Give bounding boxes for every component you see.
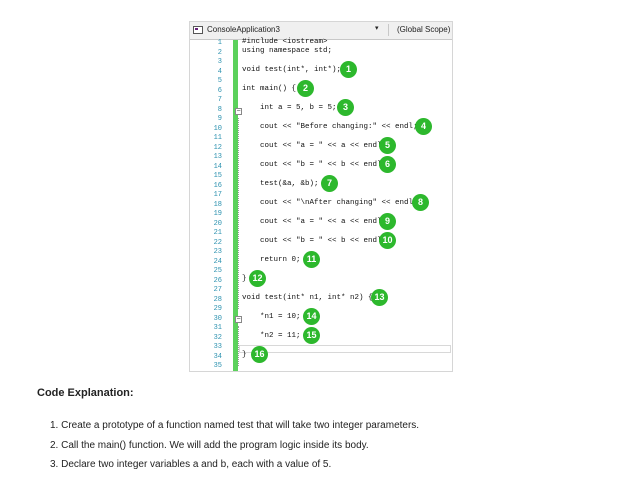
line-number: 3	[217, 58, 222, 66]
collapse-main-toggle-icon[interactable]: −	[235, 108, 242, 115]
code-line-8: int a = 5, b = 5;	[260, 104, 337, 112]
chevron-down-icon[interactable]: ▾	[375, 24, 385, 36]
line-number: 7	[217, 96, 222, 104]
line-number: 24	[213, 257, 222, 266]
code-editor-screenshot: ConsoleApplication3 ▾ (Global Scope) 123…	[189, 21, 453, 372]
step-badge-14: 14	[303, 308, 320, 325]
line-number: 20	[213, 219, 222, 228]
step-badge-10: 10	[379, 232, 396, 249]
line-number: 1	[217, 39, 222, 47]
step-badge-1: 1	[340, 61, 357, 78]
code-line-26: }	[242, 275, 247, 283]
code-line-28: void test(int* n1, int* n2) {	[242, 294, 373, 302]
code-line-30: *n1 = 10;	[260, 313, 301, 321]
line-number: 8	[217, 105, 222, 114]
line-number: 21	[213, 229, 222, 237]
code-line-10: cout << "Before changing:" << endl;	[260, 123, 418, 131]
line-number: 15	[213, 172, 222, 180]
code-line-14: cout << "b = " << b << endl;	[260, 161, 387, 169]
collapse-test-toggle-icon[interactable]: −	[235, 316, 242, 323]
step-badge-9: 9	[379, 213, 396, 230]
line-number: 23	[213, 248, 222, 256]
code-line-12: cout << "a = " << a << endl;	[260, 142, 387, 150]
code-line-18: cout << "\nAfter changing" << endl;	[260, 199, 418, 207]
project-icon	[193, 25, 203, 35]
code-line-2: using namespace std;	[242, 47, 333, 55]
fold-guide	[238, 118, 240, 309]
explanation-step-3: 3. Declare two integer variables a and b…	[50, 459, 332, 470]
line-number: 31	[213, 324, 222, 332]
line-number: 12	[213, 143, 222, 152]
line-number: 32	[213, 333, 222, 342]
line-number: 19	[213, 210, 222, 218]
line-number: 5	[217, 77, 222, 85]
line-number: 2	[217, 48, 222, 57]
code-line-20: cout << "a = " << a << endl;	[260, 218, 387, 226]
step-badge-6: 6	[379, 156, 396, 173]
current-line-highlight	[239, 345, 451, 353]
code-line-24: return 0;	[260, 256, 301, 264]
line-number: 34	[213, 352, 222, 361]
step-badge-4: 4	[415, 118, 432, 135]
line-number: 35	[213, 362, 222, 370]
step-badge-7: 7	[321, 175, 338, 192]
line-number: 6	[217, 86, 222, 95]
code-line-6: int main() {	[242, 85, 297, 93]
code-line-22: cout << "b = " << b << endl;	[260, 237, 387, 245]
step-badge-8: 8	[412, 194, 429, 211]
step-badge-2: 2	[297, 80, 314, 97]
step-badge-11: 11	[303, 251, 320, 268]
explanation-step-1: 1. Create a prototype of a function name…	[50, 420, 420, 431]
code-line-1: #include <iostream>	[242, 38, 328, 46]
line-number: 11	[213, 134, 222, 142]
line-number: 4	[217, 67, 222, 76]
line-number: 26	[213, 276, 222, 285]
step-badge-12: 12	[249, 270, 266, 287]
code-line-34: }	[242, 351, 247, 359]
line-number: 22	[213, 238, 222, 247]
code-line-16: test(&a, &b);	[260, 180, 319, 188]
line-number: 29	[213, 305, 222, 313]
line-number: 33	[213, 343, 222, 351]
code-line-4: void test(int*, int*);	[242, 66, 342, 74]
step-badge-13: 13	[371, 289, 388, 306]
line-number: 18	[213, 200, 222, 209]
scope-dropdown[interactable]: (Global Scope)	[388, 24, 452, 36]
line-number: 10	[213, 124, 222, 133]
line-number: 28	[213, 295, 222, 304]
step-badge-15: 15	[303, 327, 320, 344]
project-dropdown-label[interactable]: ConsoleApplication3	[207, 25, 280, 34]
step-badge-5: 5	[379, 137, 396, 154]
line-number: 17	[213, 191, 222, 199]
line-number: 13	[213, 153, 222, 161]
line-number: 9	[217, 115, 222, 123]
line-number: 25	[213, 267, 222, 275]
explanation-heading: Code Explanation:	[37, 387, 134, 399]
line-number-gutter: 1 2 3 4 5 6 7 8 9 10 11 12 13 14 15 16 17 18 19 20 21 22 23 24 2…	[190, 39, 232, 371]
line-number: 14	[213, 162, 222, 171]
step-badge-3: 3	[337, 99, 354, 116]
line-number: 30	[213, 314, 222, 323]
line-number: 16	[213, 181, 222, 190]
line-number: 27	[213, 286, 222, 294]
code-line-32: *n2 = 11;	[260, 332, 301, 340]
explanation-step-2: 2. Call the main() function. We will add…	[50, 440, 369, 451]
scope-dropdown-label: (Global Scope)	[397, 25, 451, 34]
step-badge-16: 16	[251, 346, 268, 363]
